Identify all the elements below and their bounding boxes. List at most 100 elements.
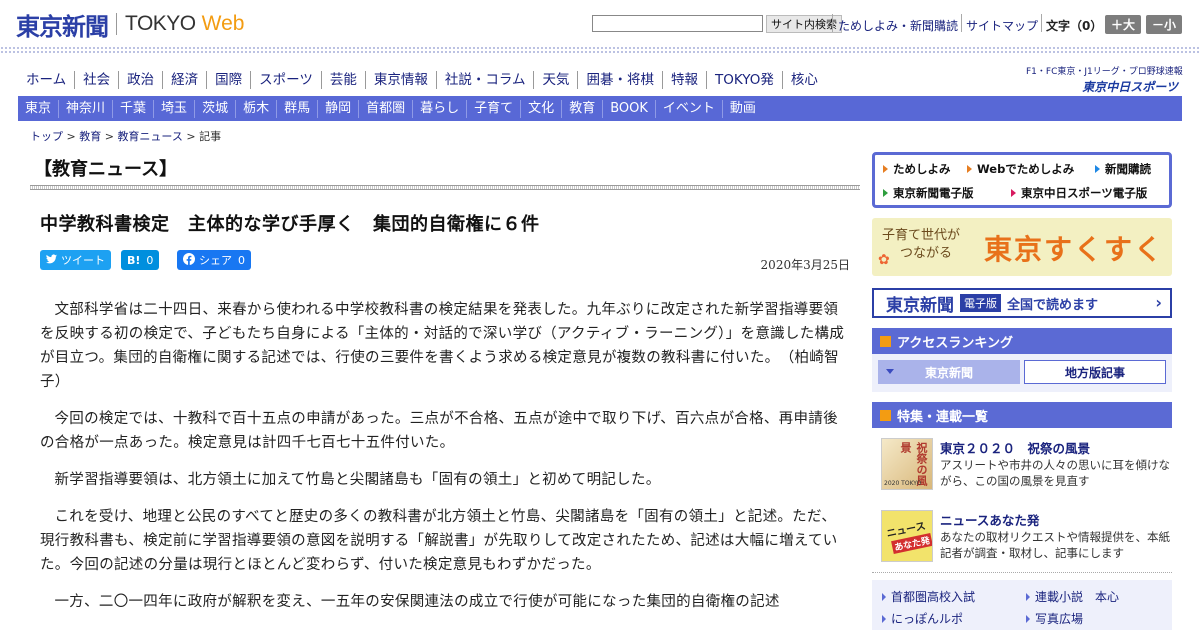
header-divider bbox=[961, 14, 962, 32]
subscribe-link[interactable]: 新聞購読 bbox=[1095, 161, 1151, 177]
features-divider bbox=[872, 572, 1172, 573]
arrow-icon bbox=[967, 165, 972, 173]
arrow-icon bbox=[882, 592, 886, 601]
ranking-tab-local-label: 地方版記事 bbox=[1064, 365, 1125, 380]
web-trial-link-label: Webでためしよみ bbox=[977, 162, 1075, 176]
breadcrumb-education[interactable]: 教育 bbox=[79, 130, 101, 143]
chunichi-e-paper-link[interactable]: 東京中日スポーツ電子版 bbox=[1011, 185, 1147, 201]
feature-description: アスリートや市井の人々の思いに耳を傾けながら、この国の風景を見直す bbox=[940, 458, 1170, 488]
e-paper-banner[interactable]: 東京新聞 電子版 全国で読めます › bbox=[872, 288, 1172, 318]
tweet-button[interactable]: ツイート bbox=[40, 250, 111, 270]
sidebar-link-label: にっぽんルポ bbox=[891, 612, 964, 626]
ranking-tab-tokyo[interactable]: 東京新聞 bbox=[878, 360, 1020, 384]
web-trial-link[interactable]: Webでためしよみ bbox=[967, 161, 1074, 177]
site-search-button[interactable]: サイト内検索 bbox=[766, 15, 842, 33]
chevron-right-icon: › bbox=[1155, 293, 1162, 312]
ranking-header-icon bbox=[880, 335, 891, 347]
main-nav-item[interactable]: 核心 bbox=[781, 71, 826, 89]
breadcrumb-separator: > bbox=[182, 130, 200, 143]
main-nav-item[interactable]: 経済 bbox=[162, 71, 206, 89]
logo-divider bbox=[116, 13, 117, 35]
feature-title[interactable]: 東京２０２０ 祝祭の風景 bbox=[940, 438, 1090, 457]
breadcrumb-education-news[interactable]: 教育ニュース bbox=[117, 130, 182, 143]
main-nav-item[interactable]: 芸能 bbox=[320, 71, 365, 89]
article-paragraph: 新学習指導要領は、北方領土に加えて竹島と尖閣諸島も「固有の領土」と初めて明記した… bbox=[54, 472, 661, 488]
sukusuku-brand: 東京すくすく bbox=[984, 233, 1165, 266]
logo-sub-text: TOKYO bbox=[125, 12, 196, 35]
main-nav-item[interactable]: 特報 bbox=[661, 71, 706, 89]
regional-nav-item[interactable]: 静岡 bbox=[317, 99, 358, 118]
regional-nav-item[interactable]: 東京 bbox=[18, 100, 58, 118]
main-nav-item[interactable]: 天気 bbox=[533, 71, 577, 89]
features-header: 特集・連載一覧 bbox=[872, 402, 1172, 428]
main-nav-item[interactable]: ホーム bbox=[18, 71, 74, 89]
sidebar-link[interactable]: 連載小説 本心 bbox=[1026, 588, 1119, 605]
feature-item[interactable]: ニュース あなた発 ニュースあなた発 あなたの取材リクエストや情報提供を、本紙記… bbox=[872, 502, 1172, 564]
sidebar-link[interactable]: 写真広場 bbox=[1026, 610, 1083, 627]
article-date: 2020年3月25日 bbox=[760, 258, 850, 272]
tokyo-sukusuku-banner[interactable]: 子育て世代が つながる ✿ 東京すくすく bbox=[872, 218, 1172, 276]
header-dotted-divider bbox=[0, 46, 1200, 54]
regional-nav-item[interactable]: 千葉 bbox=[112, 99, 153, 118]
ranking-header-title: アクセスランキング bbox=[897, 335, 1013, 351]
tweet-label: ツイート bbox=[61, 254, 105, 267]
logo-main-text: 東京新聞 bbox=[16, 11, 109, 41]
triangle-down-icon bbox=[886, 369, 894, 374]
main-nav-item[interactable]: 社説・コラム bbox=[435, 71, 534, 89]
main-nav-item[interactable]: スポーツ bbox=[250, 71, 321, 89]
hatena-bookmark-button[interactable]: B! 0 bbox=[121, 250, 160, 270]
feature-item[interactable]: 祝祭の風景 2020 TOKYO 東京２０２０ 祝祭の風景 アスリートや市井の人… bbox=[872, 430, 1172, 492]
main-nav-item[interactable]: 社会 bbox=[74, 71, 118, 89]
font-larger-button[interactable]: ＋大 bbox=[1105, 15, 1141, 34]
regional-nav-item[interactable]: 群馬 bbox=[276, 99, 317, 118]
e-paper-link[interactable]: 東京新聞電子版 bbox=[883, 185, 974, 201]
trial-subscribe-link[interactable]: ためしよみ・新聞購読 bbox=[838, 17, 958, 34]
regional-nav-item[interactable]: 暮らし bbox=[412, 99, 466, 118]
sukusuku-tagline: 子育て世代が つながる bbox=[882, 227, 960, 263]
ranking-tabs: 東京新聞 地方版記事 bbox=[872, 354, 1172, 392]
main-nav-item[interactable]: 国際 bbox=[206, 71, 250, 89]
regional-nav-item[interactable]: 茨城 bbox=[194, 99, 235, 118]
e-paper-link-label: 東京新聞電子版 bbox=[893, 186, 974, 200]
regional-nav-item[interactable]: BOOK bbox=[602, 99, 655, 118]
facebook-share-button[interactable]: シェア 0 bbox=[177, 250, 251, 270]
chunichi-tagline: F1・FC東京・J1リーグ・プロ野球速報 bbox=[1026, 67, 1183, 77]
regional-nav-item[interactable]: 首都圏 bbox=[358, 99, 412, 118]
site-search-input[interactable] bbox=[592, 15, 763, 32]
sitemap-link[interactable]: サイトマップ bbox=[966, 17, 1038, 34]
article-paragraph: 文部科学省は二十四日、来春から使われる中学校教科書の検定結果を発表した。九年ぶり… bbox=[40, 302, 845, 390]
regional-nav-item[interactable]: 文化 bbox=[520, 99, 561, 118]
chunichi-sports-banner[interactable]: F1・FC東京・J1リーグ・プロ野球速報 東京中日スポーツ bbox=[1026, 64, 1183, 95]
sidebar-link[interactable]: にっぽんルポ bbox=[882, 610, 963, 627]
regional-nav-item[interactable]: 教育 bbox=[561, 99, 602, 118]
ranking-tab-local[interactable]: 地方版記事 bbox=[1024, 360, 1166, 384]
facebook-share-label: シェア bbox=[199, 254, 232, 267]
regional-nav-item[interactable]: 子育て bbox=[466, 99, 520, 118]
features-header-icon bbox=[880, 409, 891, 421]
main-nav-item[interactable]: 囲碁・将棋 bbox=[577, 71, 662, 89]
sidebar-link-label: 連載小説 本心 bbox=[1035, 590, 1120, 604]
arrow-icon bbox=[1095, 165, 1100, 173]
main-nav-item[interactable]: TOKYO発 bbox=[705, 71, 782, 89]
site-logo[interactable]: 東京新聞 TOKYO Web bbox=[16, 10, 244, 41]
regional-nav-item[interactable]: イベント bbox=[654, 99, 722, 118]
main-nav-item[interactable]: 政治 bbox=[118, 71, 162, 89]
regional-nav-item[interactable]: 動画 bbox=[721, 99, 763, 118]
ranking-tab-tokyo-label: 東京新聞 bbox=[924, 365, 973, 380]
regional-nav-item[interactable]: 栃木 bbox=[235, 99, 276, 118]
font-smaller-button[interactable]: －小 bbox=[1146, 15, 1182, 34]
trial-link[interactable]: ためしよみ bbox=[883, 161, 951, 177]
hatena-icon: B! bbox=[127, 253, 141, 267]
sidebar: ためしよみ Webでためしよみ 新聞購読 東京新聞電子版 東京中日スポーツ電子版… bbox=[872, 152, 1172, 630]
section-title: 【教育ニュース】 bbox=[34, 159, 178, 180]
article-paragraph: 一方、二〇一四年に政府が解釈を変え、一五年の安保関連法の成立で行使が可能になった… bbox=[54, 594, 780, 610]
feature-title[interactable]: ニュースあなた発 bbox=[940, 510, 1039, 529]
breadcrumb-top[interactable]: トップ bbox=[30, 130, 63, 143]
regional-nav-item[interactable]: 埼玉 bbox=[153, 99, 194, 118]
regional-nav-item[interactable]: 神奈川 bbox=[58, 99, 112, 118]
chunichi-logo-text: 東京中日スポーツ bbox=[1082, 80, 1178, 94]
main-nav-item[interactable]: 東京情報 bbox=[364, 71, 436, 89]
flower-icon: ✿ bbox=[878, 252, 890, 268]
sidebar-link[interactable]: 首都圏高校入試 bbox=[882, 588, 975, 605]
article-paragraph: 今回の検定では、十教科で百十五点の申請があった。三点が不合格、五点が途中で取り下… bbox=[40, 411, 838, 451]
